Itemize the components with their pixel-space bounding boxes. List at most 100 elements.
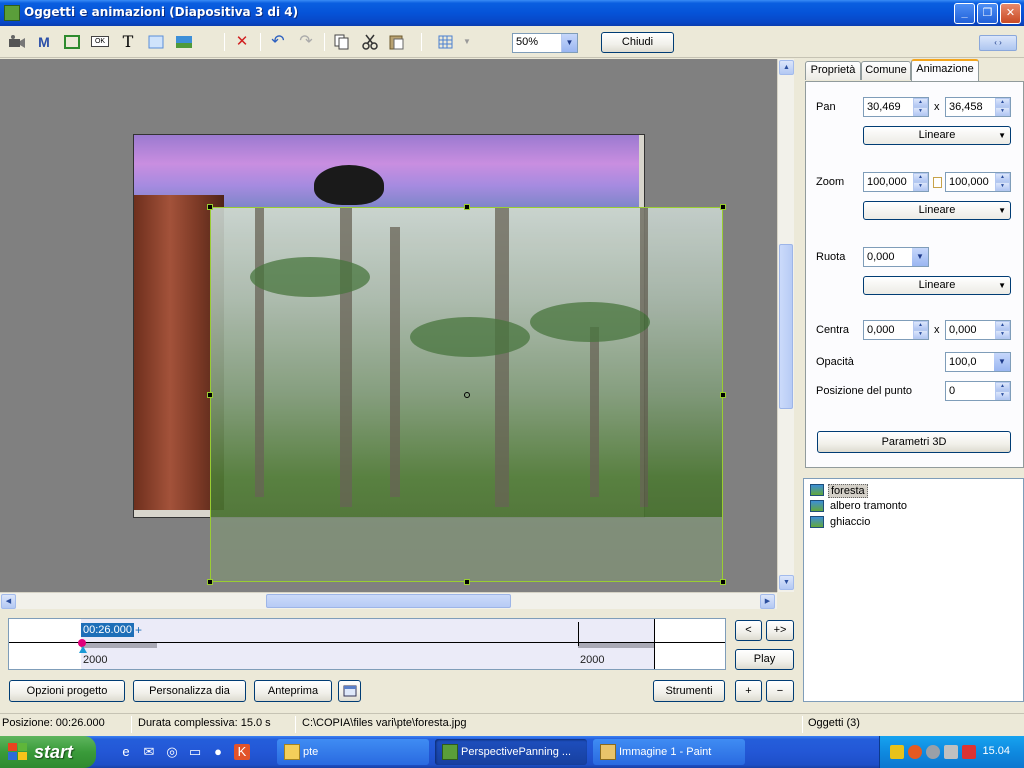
spin-arrows-icon[interactable]: ▲ ▼	[913, 321, 928, 339]
remove-button[interactable]: −	[766, 680, 794, 702]
text-icon[interactable]: T	[119, 34, 137, 50]
timeline[interactable]: 00:26.000 + 2000 2000	[8, 618, 726, 670]
frame-icon[interactable]	[63, 34, 81, 50]
internet-explorer-icon[interactable]: e	[118, 744, 134, 760]
folder-icon[interactable]: ▭	[187, 744, 203, 760]
center-label: Centra	[816, 324, 850, 336]
close-window-button[interactable]: ✕	[1000, 3, 1021, 24]
ok-button-icon[interactable]: OK	[91, 36, 109, 47]
redo-icon[interactable]: ↷	[297, 34, 315, 50]
center-x-field[interactable]: 0,000 ▲ ▼	[863, 320, 929, 340]
resize-handle[interactable]	[720, 204, 726, 210]
start-button[interactable]: start	[0, 736, 96, 768]
keypoint-position-label: Posizione del punto	[816, 385, 913, 397]
spin-arrows-icon[interactable]: ▲ ▼	[995, 321, 1010, 339]
resize-handle[interactable]	[464, 579, 470, 585]
rectangle-icon[interactable]	[147, 34, 165, 50]
paste-icon[interactable]	[388, 34, 406, 50]
next-keyframe-button[interactable]: +>	[766, 620, 794, 641]
prev-keyframe-button[interactable]: <	[735, 620, 762, 641]
zoom-link-checkbox[interactable]	[933, 177, 942, 188]
tools-button[interactable]: Strumenti	[653, 680, 725, 702]
project-options-button[interactable]: Opzioni progetto	[9, 680, 125, 702]
scroll-right-icon[interactable]: ▶	[760, 594, 775, 609]
add-button[interactable]: +	[735, 680, 762, 702]
chevron-down-icon[interactable]: ▼	[912, 248, 928, 266]
chevron-down-icon[interactable]: ▼	[994, 353, 1010, 371]
slide-navigation[interactable]: ‹ ›	[979, 35, 1017, 51]
scroll-up-icon[interactable]: ▲	[779, 60, 794, 75]
network-icon[interactable]	[926, 745, 940, 759]
center-y-field[interactable]: 0,000 ▲ ▼	[945, 320, 1011, 340]
player-icon[interactable]: ●	[210, 744, 226, 760]
spin-arrows-icon[interactable]: ▲ ▼	[995, 382, 1010, 400]
selection-box[interactable]	[207, 204, 726, 585]
close-button[interactable]: Chiudi	[601, 32, 674, 53]
restore-button[interactable]: ❐	[977, 3, 998, 24]
pan-interpolation-select[interactable]: Lineare ▼	[863, 126, 1011, 145]
camera-icon[interactable]	[8, 34, 26, 50]
tab-common[interactable]: Comune	[861, 61, 911, 80]
pan-y-field[interactable]: 36,458 ▲ ▼	[945, 97, 1011, 117]
media-icon[interactable]: ◎	[164, 744, 180, 760]
scroll-thumb[interactable]	[266, 594, 511, 608]
toolbar-separator	[421, 33, 422, 51]
fullscreen-preview-button[interactable]	[338, 680, 361, 702]
resize-handle[interactable]	[207, 392, 213, 398]
scroll-down-icon[interactable]: ▼	[779, 575, 794, 590]
spin-arrows-icon[interactable]: ▲ ▼	[913, 98, 928, 116]
center-point-icon[interactable]	[464, 392, 470, 398]
keypoint-position-field[interactable]: 0 ▲ ▼	[945, 381, 1011, 401]
rotate-field[interactable]: 0,000 ▼	[863, 247, 929, 267]
spin-arrows-icon[interactable]: ▲ ▼	[995, 98, 1010, 116]
app-launcher-icon[interactable]: K	[234, 744, 250, 760]
zoom-interpolation-select[interactable]: Lineare ▼	[863, 201, 1011, 220]
opacity-field[interactable]: 100,0 ▼	[945, 352, 1011, 372]
pan-x-field[interactable]: 30,469 ▲ ▼	[863, 97, 929, 117]
play-button[interactable]: Play	[735, 649, 794, 670]
add-keyframe-icon[interactable]: +	[135, 623, 142, 637]
taskbar-item-pte[interactable]: pte	[277, 739, 429, 765]
slide-canvas[interactable]	[0, 59, 777, 592]
cut-icon[interactable]	[361, 34, 379, 50]
rotate-interpolation-select[interactable]: Lineare ▼	[863, 276, 1011, 295]
shield-icon[interactable]	[890, 745, 904, 759]
antivirus-icon[interactable]	[908, 745, 922, 759]
taskbar-item-perspective-panning[interactable]: PerspectivePanning ...	[435, 739, 587, 765]
resize-handle[interactable]	[207, 579, 213, 585]
keyframe-pointer-icon[interactable]	[79, 646, 87, 653]
mask-icon[interactable]: M	[35, 34, 53, 50]
resize-handle[interactable]	[464, 204, 470, 210]
keyframe-marker[interactable]	[578, 622, 579, 646]
keyframe-end-label: 2000	[580, 654, 605, 666]
device-icon[interactable]	[962, 745, 976, 759]
image-icon[interactable]	[175, 34, 193, 50]
spin-arrows-icon[interactable]: ▲ ▼	[913, 173, 928, 191]
scroll-left-icon[interactable]: ◀	[1, 594, 16, 609]
copy-icon[interactable]	[333, 34, 351, 50]
chevron-down-icon: ▼	[998, 281, 1006, 290]
customize-slide-button[interactable]: Personalizza dia	[133, 680, 246, 702]
resize-handle[interactable]	[207, 204, 213, 210]
volume-icon[interactable]	[944, 745, 958, 759]
resize-handle[interactable]	[720, 579, 726, 585]
spin-arrows-icon[interactable]: ▲ ▼	[995, 173, 1010, 191]
outlook-icon[interactable]: ✉	[141, 744, 157, 760]
tab-properties[interactable]: Proprietà	[805, 61, 861, 80]
scroll-thumb[interactable]	[779, 244, 793, 409]
zoom-x-field[interactable]: 100,000 ▲ ▼	[863, 172, 929, 192]
preview-button[interactable]: Anteprima	[254, 680, 332, 702]
tab-animation[interactable]: Animazione	[911, 59, 979, 81]
taskbar-item-paint[interactable]: Immagine 1 - Paint	[593, 739, 745, 765]
zoom-select[interactable]: 50% ▼	[512, 33, 578, 53]
undo-icon[interactable]: ↶	[269, 34, 287, 50]
grid-icon[interactable]	[437, 34, 455, 50]
zoom-y-field[interactable]: 100,000 ▲ ▼	[945, 172, 1011, 192]
vertical-scrollbar[interactable]: ▲ ▼	[777, 59, 794, 592]
resize-handle[interactable]	[720, 392, 726, 398]
delete-icon[interactable]: ✕	[233, 34, 251, 50]
grid-dropdown-icon[interactable]: ▼	[458, 34, 476, 50]
params-3d-button[interactable]: Parametri 3D	[817, 431, 1011, 453]
minimize-button[interactable]: _	[954, 3, 975, 24]
horizontal-scrollbar[interactable]: ◀ ▶	[0, 592, 777, 609]
